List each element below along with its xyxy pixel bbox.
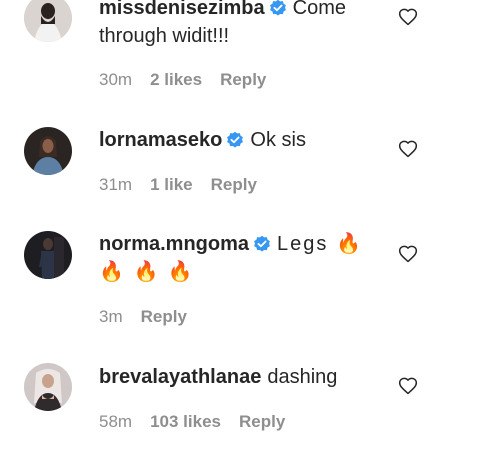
comment-text: Ok sis bbox=[250, 129, 306, 151]
comment-likes[interactable]: 103 likes bbox=[150, 412, 221, 431]
comment-time: 30m bbox=[99, 70, 133, 89]
comment-meta: 3m Reply bbox=[99, 306, 187, 328]
heart-outline-icon[interactable] bbox=[398, 244, 418, 264]
comment-meta: 30m 2 likes Reply bbox=[99, 69, 266, 91]
reply-button[interactable]: Reply bbox=[141, 307, 187, 326]
avatar[interactable] bbox=[24, 231, 72, 279]
comment-username[interactable]: lornamaseko bbox=[99, 129, 222, 151]
comment-username[interactable]: norma.mngoma bbox=[99, 233, 249, 255]
verified-badge-icon bbox=[253, 235, 271, 253]
comment-time: 3m bbox=[99, 307, 123, 326]
reply-button[interactable]: Reply bbox=[220, 70, 266, 89]
comment-meta: 58m 103 likes Reply bbox=[99, 411, 285, 433]
comment-username[interactable]: brevalayathlanae bbox=[99, 366, 261, 388]
comment-text: dashing bbox=[267, 366, 338, 388]
verified-badge-icon bbox=[226, 131, 244, 149]
comment-time: 58m bbox=[99, 412, 133, 431]
comment-body: norma.mngoma Legs 🔥 🔥 🔥 🔥 bbox=[99, 230, 384, 286]
heart-outline-icon[interactable] bbox=[398, 139, 418, 159]
reply-button[interactable]: Reply bbox=[211, 175, 257, 194]
comment-time: 31m bbox=[99, 175, 133, 194]
avatar[interactable] bbox=[24, 0, 72, 42]
heart-outline-icon[interactable] bbox=[398, 376, 418, 396]
comment-likes[interactable]: 2 likes bbox=[150, 70, 202, 89]
comment-username[interactable]: missdenisezimba bbox=[99, 0, 265, 19]
comment-likes[interactable]: 1 like bbox=[150, 175, 193, 194]
avatar[interactable] bbox=[24, 363, 72, 411]
verified-badge-icon bbox=[269, 0, 287, 17]
comment-body: brevalayathlanae dashing bbox=[99, 363, 384, 391]
avatar[interactable] bbox=[24, 127, 72, 175]
comment-body: lornamaseko Ok sis bbox=[99, 126, 384, 154]
heart-outline-icon[interactable] bbox=[398, 7, 418, 27]
reply-button[interactable]: Reply bbox=[239, 412, 285, 431]
comment-body: missdenisezimba Come through widit!!! bbox=[99, 0, 384, 50]
comment-meta: 31m 1 like Reply bbox=[99, 174, 257, 196]
